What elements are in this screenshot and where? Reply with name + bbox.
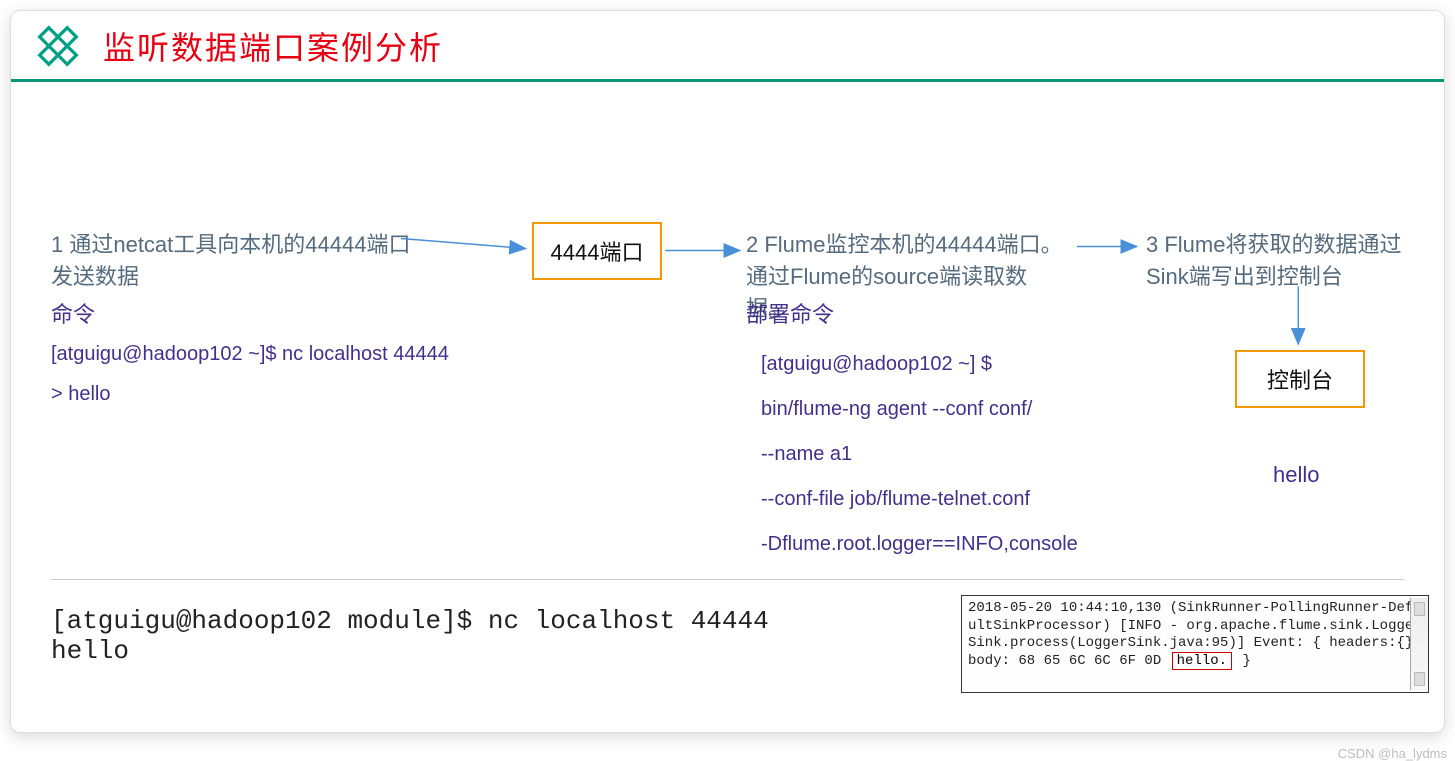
step3-output: hello: [1273, 462, 1319, 488]
console-box-label: 控制台: [1267, 363, 1333, 395]
log-box: 2018-05-20 10:44:10,130 (SinkRunner-Poll…: [961, 595, 1429, 693]
step1-desc-text: 1 通过netcat工具向本机的44444端口发送数据: [51, 227, 431, 291]
logo-icon: [31, 19, 85, 73]
step1-desc: 1 通过netcat工具向本机的44444端口发送数据: [51, 227, 431, 291]
step2-l1: [atguigu@hadoop102 ~] $: [761, 353, 992, 376]
content-divider: [51, 579, 1404, 580]
watermark: CSDN @ha_lydms: [1338, 746, 1447, 761]
content: 1 通过netcat工具向本机的44444端口发送数据 命令 [atguigu@…: [11, 87, 1444, 732]
step1-cmd-label: 命令: [51, 297, 95, 329]
bottom-term-l2: hello: [51, 637, 769, 667]
bottom-terminal: [atguigu@hadoop102 module]$ nc localhost…: [51, 607, 769, 667]
port-box: 4444端口: [532, 222, 662, 280]
port-box-label: 4444端口: [551, 235, 644, 267]
bottom-term-l1: [atguigu@hadoop102 module]$ nc localhost…: [51, 607, 769, 637]
log-text-b: }: [1242, 653, 1250, 669]
step2-l5: -Dflume.root.logger==INFO,console: [761, 533, 1078, 556]
header: 监听数据端口案例分析: [11, 11, 1444, 77]
step3-desc: 3 Flume将获取的数据通过Sink端写出到控制台: [1146, 227, 1416, 291]
step2-l2: bin/flume-ng agent --conf conf/: [761, 398, 1032, 421]
log-highlight: hello.: [1172, 652, 1232, 670]
log-scrollbar[interactable]: [1410, 598, 1428, 690]
step1-cmd2: > hello: [51, 383, 111, 406]
slide: 监听数据端口案例分析 1 通过netcat工具向本机的44444端口发送数据 命…: [10, 10, 1445, 733]
step2-l3: --name a1: [761, 443, 852, 466]
header-divider: [11, 79, 1444, 82]
step3-desc-text: 3 Flume将获取的数据通过Sink端写出到控制台: [1146, 227, 1416, 291]
step1-cmd1: [atguigu@hadoop102 ~]$ nc localhost 4444…: [51, 343, 449, 366]
page-title: 监听数据端口案例分析: [103, 23, 443, 69]
step2-l4: --conf-file job/flume-telnet.conf: [761, 488, 1030, 511]
step2-cmd-label: 部署命令: [746, 297, 834, 329]
console-box: 控制台: [1235, 350, 1365, 408]
